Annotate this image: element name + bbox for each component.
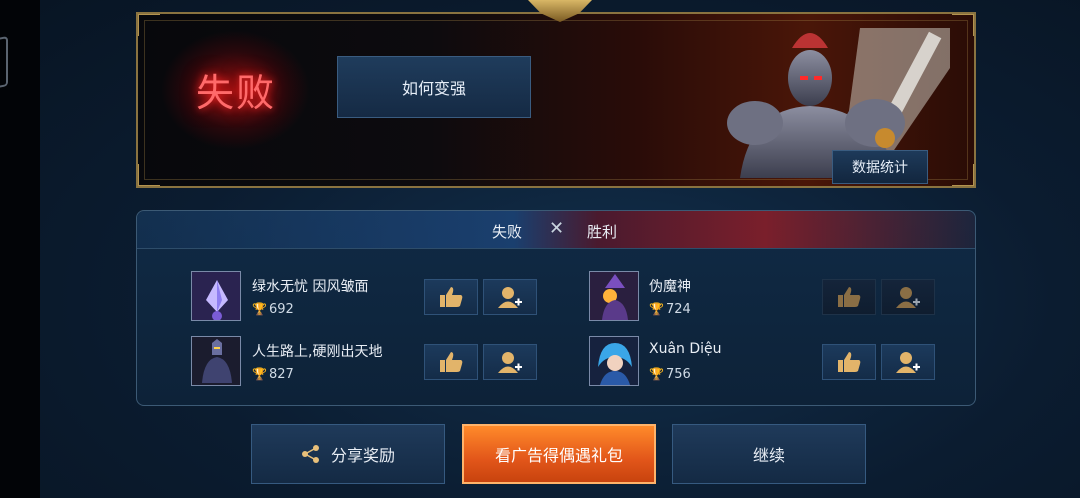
mage-avatar-icon	[590, 272, 638, 320]
frame-corner	[138, 164, 160, 186]
player-avatar[interactable]	[589, 271, 639, 321]
frame-corner	[138, 14, 160, 36]
player-score: 🏆 756	[649, 367, 691, 382]
add-friend-icon	[498, 352, 522, 373]
player-name: 绿水无忧 因风皱面	[252, 279, 369, 295]
player-avatar[interactable]	[191, 271, 241, 321]
add-friend-button[interactable]	[483, 279, 537, 315]
thumbs-up-icon	[838, 352, 861, 372]
player-score-value: 724	[665, 302, 691, 317]
player-name: Xuân Diệu	[649, 341, 722, 357]
trophy-icon: 🏆	[252, 302, 267, 316]
like-button[interactable]	[424, 344, 478, 380]
armored-hero-avatar-icon	[192, 337, 240, 385]
add-friend-icon	[896, 287, 920, 308]
trophy-icon: 🏆	[252, 367, 267, 381]
add-friend-button[interactable]	[881, 344, 935, 380]
like-button[interactable]	[424, 279, 478, 315]
trophy-icon: 🏆	[649, 367, 664, 381]
add-friend-button[interactable]	[881, 279, 935, 315]
add-friend-button[interactable]	[483, 344, 537, 380]
thumbs-up-icon	[838, 287, 861, 307]
add-friend-icon	[498, 287, 522, 308]
result-title: 失败	[196, 71, 277, 115]
add-friend-icon	[896, 352, 920, 373]
watch-ad-gift-button[interactable]: 看广告得偶遇礼包	[462, 424, 656, 484]
player-name: 人生路上,硬刚出天地	[252, 344, 383, 360]
player-score: 🏆 827	[252, 367, 294, 382]
thumbs-up-icon	[440, 287, 463, 307]
like-button[interactable]	[822, 279, 876, 315]
left-edge-strip	[0, 0, 40, 498]
player-avatar[interactable]	[191, 336, 241, 386]
player-avatar[interactable]	[589, 336, 639, 386]
share-reward-label: 分享奖励	[330, 446, 395, 465]
hexagon-icon	[0, 36, 8, 90]
like-button[interactable]	[822, 344, 876, 380]
blue-hair-hero-avatar-icon	[590, 337, 638, 385]
player-score-value: 756	[665, 367, 691, 382]
crystal-avatar-icon	[192, 272, 240, 320]
player-score: 🏆 692	[252, 302, 294, 317]
trophy-icon: 🏆	[649, 302, 664, 316]
data-stats-button[interactable]: 数据统计	[832, 150, 928, 184]
victory-side-label: 胜利	[587, 223, 618, 241]
share-icon	[301, 445, 319, 463]
share-reward-button[interactable]: 分享奖励	[251, 424, 445, 484]
how-to-improve-button[interactable]: 如何变强	[337, 56, 531, 118]
continue-button[interactable]: 继续	[672, 424, 866, 484]
versus-icon: ✕	[549, 218, 565, 239]
thumbs-up-icon	[440, 352, 463, 372]
defeat-side-label: 失败	[492, 223, 523, 241]
player-score-value: 692	[268, 302, 294, 317]
player-score: 🏆 724	[649, 302, 691, 317]
player-name: 伪魔神	[649, 279, 691, 295]
player-score-value: 827	[268, 367, 294, 382]
